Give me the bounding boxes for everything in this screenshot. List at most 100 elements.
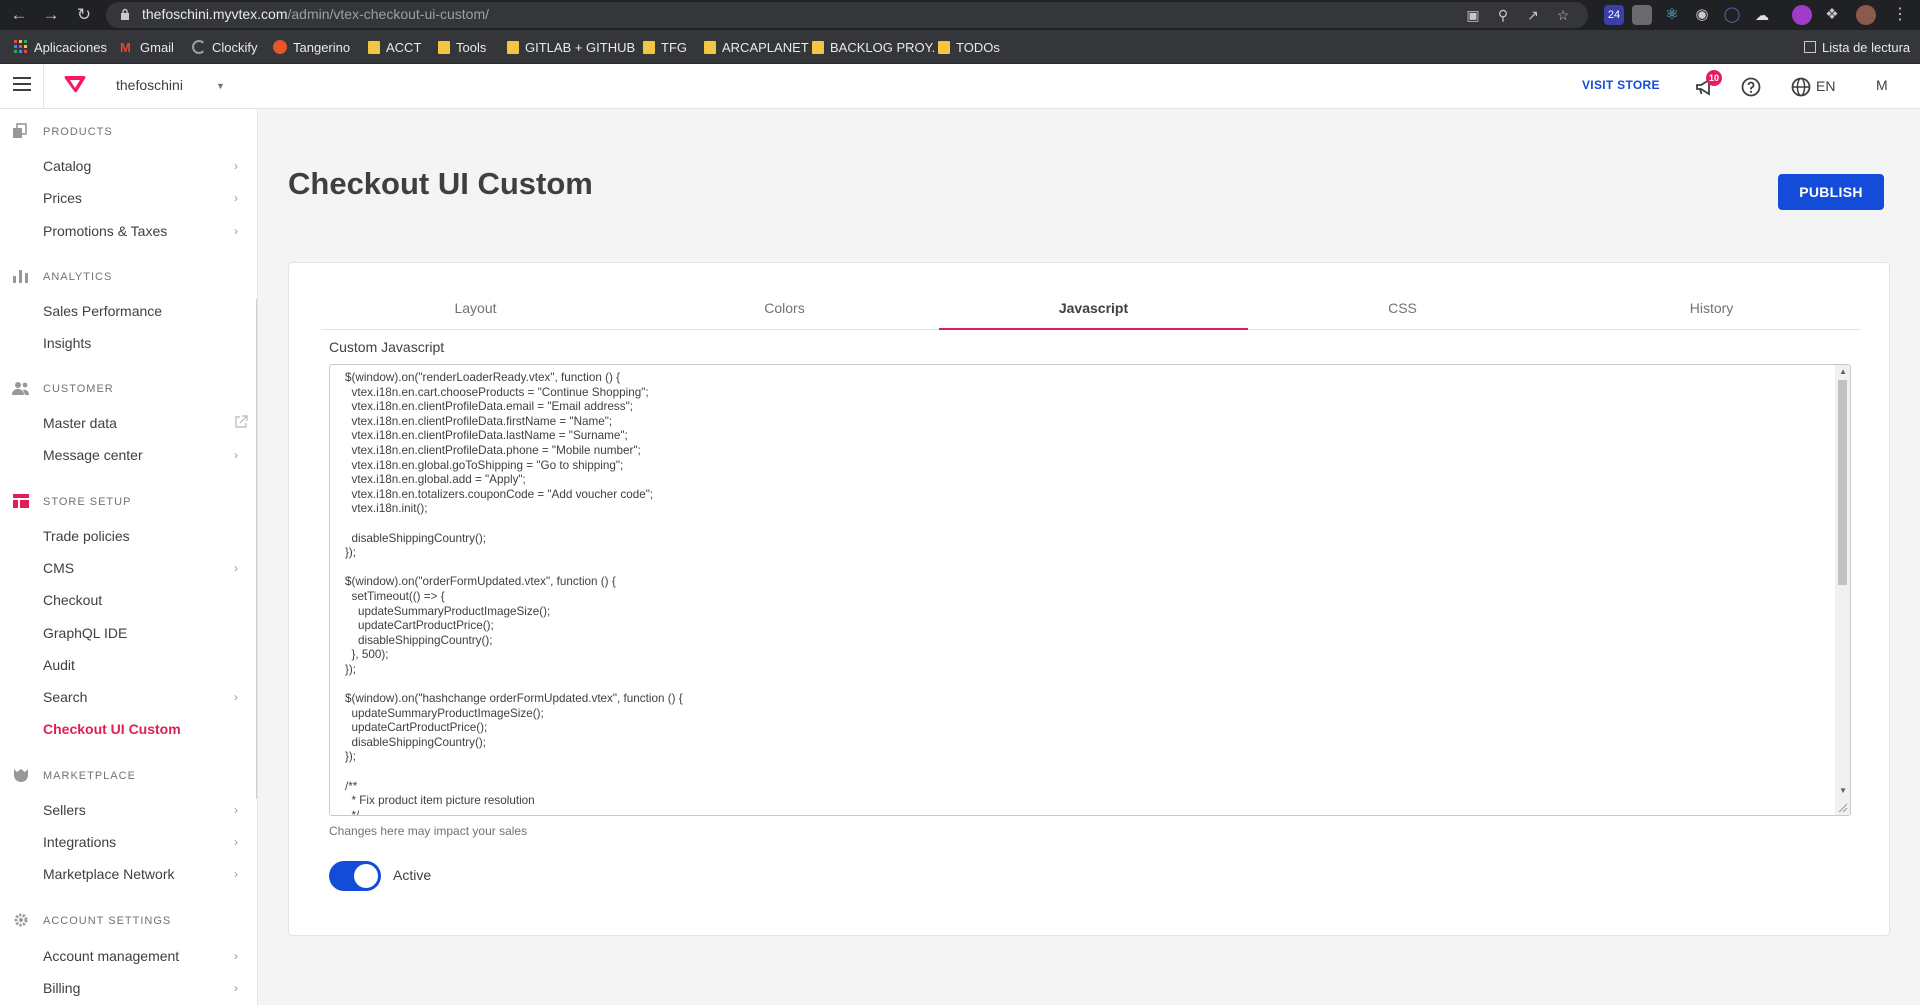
sidebar-item-promotions-taxes[interactable]: Promotions & Taxes › (0, 218, 257, 244)
tab-history[interactable]: History (1557, 263, 1866, 330)
code-scrollbar[interactable]: ▲ ▼ (1835, 365, 1850, 815)
extension-icon[interactable] (1792, 5, 1812, 25)
bookmark-clockify[interactable]: Clockify (192, 38, 258, 56)
tab-javascript[interactable]: Javascript (939, 263, 1248, 330)
account-selector[interactable]: thefoschini (116, 77, 183, 93)
scroll-up-icon[interactable]: ▲ (1839, 367, 1847, 376)
sidebar-item-label: Billing (43, 980, 81, 996)
sidebar-item-graphql-ide[interactable]: GraphQL IDE (0, 620, 257, 646)
globe-icon[interactable] (1790, 76, 1812, 98)
extension-icon[interactable] (1632, 5, 1652, 25)
code-field-label: Custom Javascript (329, 339, 445, 355)
zoom-icon[interactable]: ⚲ (1494, 6, 1512, 24)
active-toggle[interactable] (329, 861, 381, 891)
sidebar-item-label: Checkout (43, 592, 103, 608)
sidebar-item-checkout-ui-custom[interactable]: Checkout UI Custom (0, 716, 257, 742)
sidebar-item-audit[interactable]: Audit (0, 652, 257, 678)
sidebar-item-cms[interactable]: CMS › (0, 555, 257, 581)
code-text: $(window).on("renderLoaderReady.vtex", f… (345, 371, 683, 816)
folder-icon (507, 40, 519, 54)
sidebar-item-account-management[interactable]: Account management › (0, 943, 257, 969)
hamburger-menu-icon[interactable] (13, 77, 31, 93)
user-avatar[interactable]: M (1876, 77, 1888, 93)
sidebar-item-marketplace-network[interactable]: Marketplace Network › (0, 861, 257, 887)
bookmark-gmail[interactable]: M Gmail (120, 38, 174, 56)
tab-css[interactable]: CSS (1248, 263, 1557, 330)
help-icon[interactable] (1740, 76, 1762, 98)
share-icon[interactable]: ↗ (1524, 6, 1542, 24)
sidebar-item-master-data[interactable]: Master data (0, 410, 257, 436)
reading-list-icon (1804, 41, 1816, 53)
sidebar-item-prices[interactable]: Prices › (0, 185, 257, 211)
folder-icon (368, 40, 380, 54)
language-selector[interactable]: EN (1816, 78, 1835, 94)
sidebar-section-products: PRODUCTS (0, 121, 257, 143)
url-text: thefoschini.myvtex.com/admin/vtex-checko… (142, 6, 489, 22)
reading-list[interactable]: Lista de lectura (1804, 38, 1910, 56)
sidebar-section-title: PRODUCTS (43, 126, 113, 138)
bookmark-folder[interactable]: TFG (643, 38, 687, 56)
extension-icon[interactable]: ◯ (1722, 5, 1742, 25)
visit-store-link[interactable]: VISIT STORE (1582, 78, 1660, 92)
sidebar-item-sales-performance[interactable]: Sales Performance (0, 298, 257, 324)
store-setup-icon (13, 494, 29, 508)
bookmark-label: TFG (661, 39, 687, 55)
bookmark-label: GITLAB + GITHUB (525, 39, 636, 55)
sidebar-section-customer: CUSTOMER (0, 378, 257, 400)
sidebar-item-sellers[interactable]: Sellers › (0, 797, 257, 823)
tab-layout[interactable]: Layout (321, 263, 630, 330)
folder-icon (438, 40, 450, 54)
bookmark-star-icon[interactable]: ☆ (1554, 6, 1572, 24)
address-bar[interactable]: thefoschini.myvtex.com/admin/vtex-checko… (106, 2, 1588, 28)
chevron-down-icon[interactable]: ▼ (216, 81, 225, 91)
analytics-icon (13, 270, 28, 283)
sidebar-item-label: Sellers (43, 802, 86, 818)
forward-icon[interactable]: → (40, 4, 62, 26)
bookmark-label: ACCT (386, 39, 422, 55)
resize-handle-icon[interactable] (1838, 803, 1848, 813)
extension-badge: 24 (1607, 9, 1621, 21)
sidebar-item-search[interactable]: Search › (0, 684, 257, 710)
sidebar-item-billing[interactable]: Billing › (0, 975, 257, 1001)
bookmark-folder[interactable]: Tools (438, 38, 486, 56)
reload-icon[interactable]: ↻ (73, 4, 95, 26)
translate-icon[interactable]: ▣ (1464, 6, 1482, 24)
sidebar-item-integrations[interactable]: Integrations › (0, 829, 257, 855)
scrollbar-thumb[interactable] (1838, 380, 1847, 585)
sidebar-item-catalog[interactable]: Catalog › (0, 153, 257, 179)
scroll-down-icon[interactable]: ▼ (1839, 786, 1847, 795)
bookmark-folder[interactable]: BACKLOG PROY. (812, 38, 935, 56)
bookmark-folder[interactable]: TODOs (938, 38, 1000, 56)
chevron-right-icon: › (234, 448, 238, 462)
sidebar-item-message-center[interactable]: Message center › (0, 442, 257, 468)
sidebar-item-label: Sales Performance (43, 303, 163, 319)
bookmark-folder[interactable]: ACCT (368, 38, 421, 56)
bookmark-folder[interactable]: GITLAB + GITHUB (507, 38, 635, 56)
sidebar-item-checkout[interactable]: Checkout (0, 587, 257, 613)
reading-list-label: Lista de lectura (1822, 39, 1911, 55)
bookmark-label: ARCAPLANET (722, 39, 809, 55)
vtex-logo[interactable] (64, 75, 86, 93)
tab-colors[interactable]: Colors (630, 263, 939, 330)
extension-icon[interactable]: ☁ (1752, 5, 1772, 25)
sidebar-scrollbar[interactable] (256, 299, 257, 799)
sidebar-section-title: CUSTOMER (43, 383, 114, 395)
settings-icon (14, 913, 28, 927)
bookmark-folder[interactable]: ARCAPLANET (704, 38, 809, 56)
back-icon[interactable]: ← (8, 4, 30, 26)
menu-kebab-icon[interactable]: ⋮ (1890, 5, 1910, 25)
bookmark-tangerino[interactable]: Tangerino (273, 38, 350, 56)
javascript-code-editor[interactable]: $(window).on("renderLoaderReady.vtex", f… (329, 364, 1851, 816)
publish-button[interactable]: PUBLISH (1778, 174, 1884, 210)
react-devtools-icon[interactable]: ⚛ (1662, 5, 1682, 25)
extension-icon[interactable]: 24 (1604, 5, 1624, 25)
sidebar-item-insights[interactable]: Insights (0, 330, 257, 356)
url-host: thefoschini.myvtex.com (142, 6, 288, 22)
bookmark-label: Tools (456, 39, 487, 55)
sidebar-item-label: Master data (43, 415, 117, 431)
extension-icon[interactable]: ◉ (1692, 5, 1712, 25)
sidebar-item-trade-policies[interactable]: Trade policies (0, 523, 257, 549)
puzzle-icon[interactable]: ❖ (1822, 5, 1842, 25)
bookmark-apps[interactable]: Aplicaciones (14, 38, 107, 56)
profile-avatar[interactable] (1856, 5, 1876, 25)
